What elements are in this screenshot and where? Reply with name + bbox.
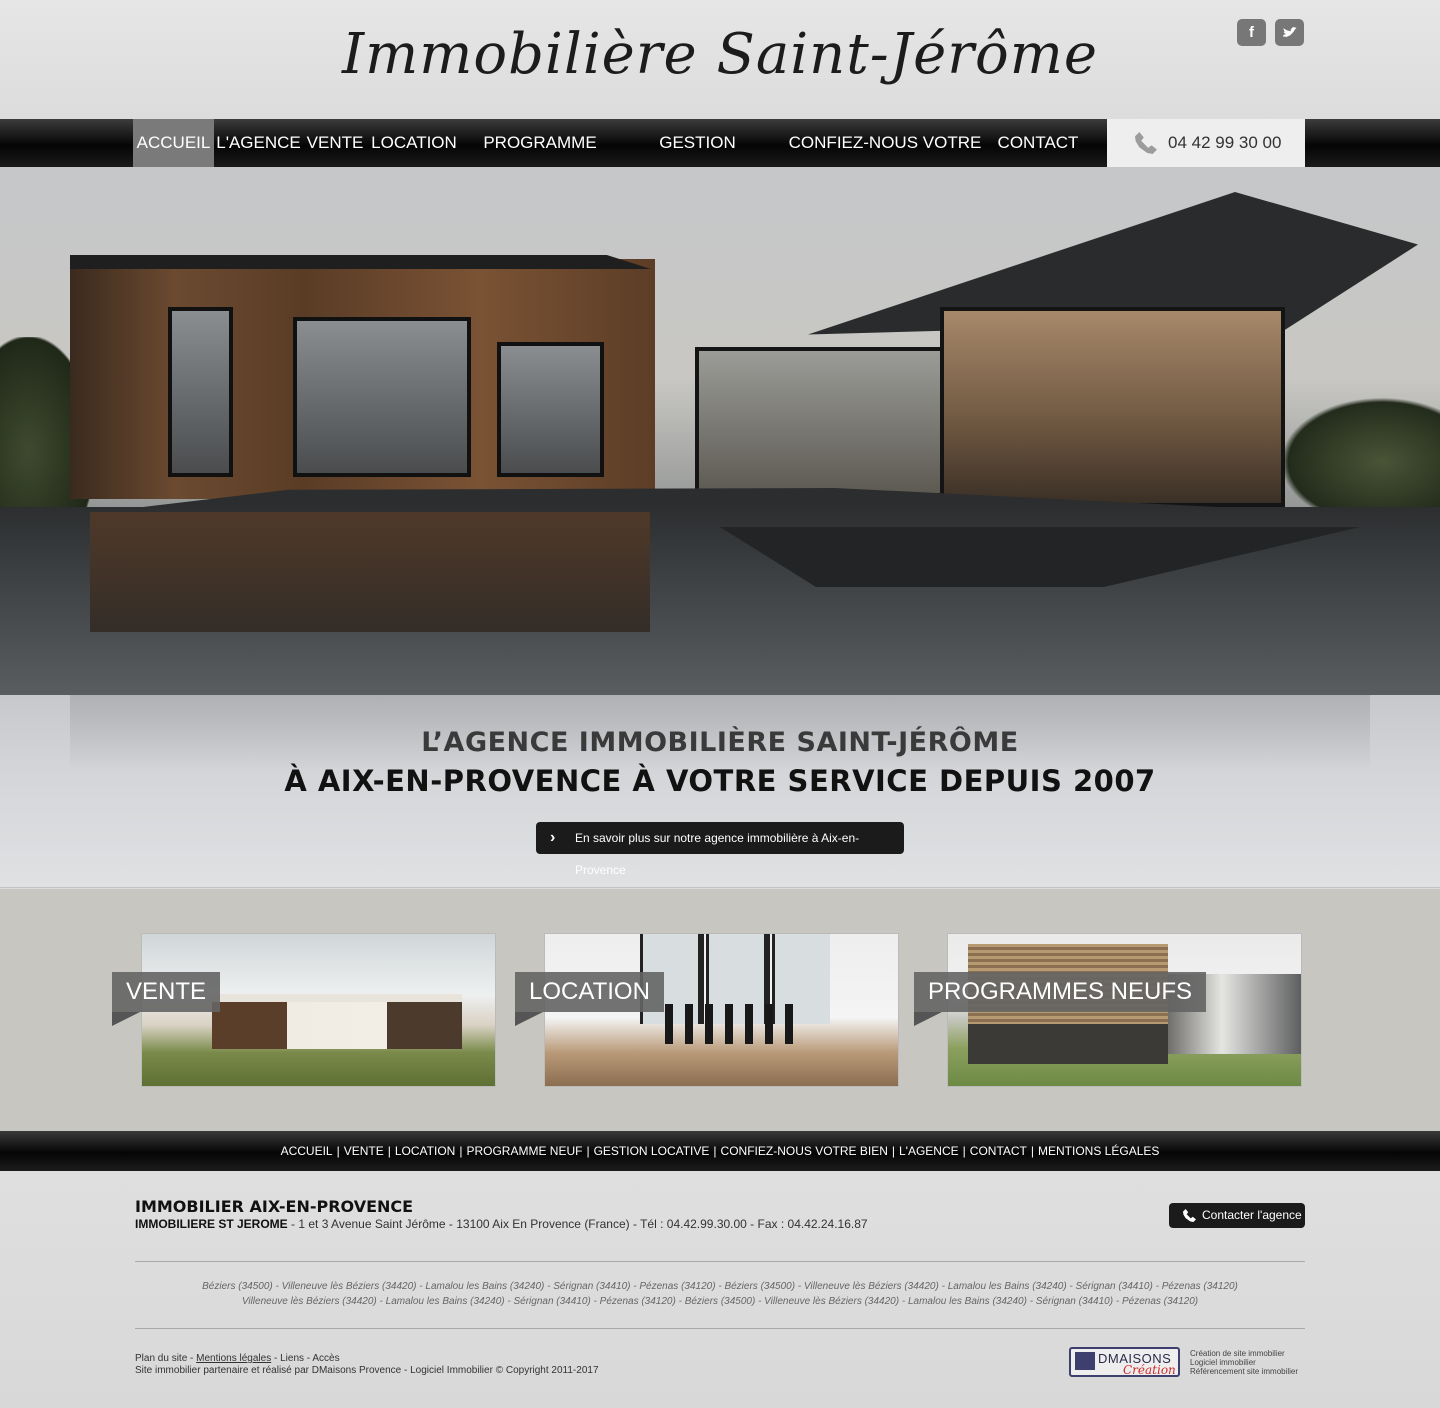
nav-vente[interactable]: VENTE [303,119,367,167]
fnav-confiez-nous[interactable]: CONFIEZ-NOUS VOTRE BIEN [721,1144,888,1158]
facebook-icon[interactable]: f [1237,19,1266,46]
access-link[interactable]: Accès [312,1353,339,1364]
contact-agency-button[interactable]: Contacter l'agence [1169,1203,1305,1228]
agency-info-label: En savoir plus sur notre agence immobili… [575,831,860,877]
banner-title-line1: L’AGENCE IMMOBILIÈRE SAINT-JÉRÔME [421,727,1019,758]
dmaisons-service-item: Logiciel immobilier [1190,1358,1256,1367]
fnav-separator: | [1030,1144,1035,1158]
hero-window [293,317,471,477]
dmaisons-logo-sub: Création [1123,1363,1176,1377]
seo-links-line1[interactable]: Béziers (34500) - Villeneuve lès Béziers… [135,1281,1305,1292]
phone-number: 04 42 99 30 00 [1168,133,1282,152]
hero-window [168,307,233,477]
tag-programmes-neufs[interactable]: PROGRAMMES NEUFS [914,972,1207,1012]
sitemap-link[interactable]: Plan du site [135,1353,187,1364]
fnav-vente[interactable]: VENTE [344,1144,384,1158]
footer-divider [135,1261,1305,1262]
agency-info-button[interactable]: › En savoir plus sur notre agence immobi… [536,822,904,877]
fnav-separator: | [713,1144,717,1158]
dmaisons-services: Création de site immobilier Logiciel imm… [1190,1349,1298,1376]
banner-title-line2: À AIX-EN-PROVENCE À VOTRE SERVICE DEPUIS… [284,764,1156,798]
fnav-accueil[interactable]: ACCUEIL [281,1144,333,1158]
nav-contact[interactable]: CONTACT [994,119,1082,167]
links-link[interactable]: Liens [280,1353,304,1364]
intro-banner: L’AGENCE IMMOBILIÈRE SAINT-JÉRÔME À AIX-… [0,695,1440,888]
nav-gestion-locative[interactable]: GESTION LOCATIVE [619,119,776,200]
card-vente-building [212,994,462,1049]
card-location-table [665,1004,795,1044]
fnav-separator: | [459,1144,463,1158]
hero-image [0,167,1440,695]
site-footer: IMMOBILIER AIX-EN-PROVENCE IMMOBILIERE S… [0,1171,1440,1408]
footer-nav: ACCUEIL | VENTE | LOCATION | PROGRAMME NEUF | GE… [0,1131,1440,1171]
hero-window [497,342,604,477]
dmaisons-service-item: Référencement site immobilier [1190,1367,1299,1376]
tag-location[interactable]: LOCATION [515,972,664,1012]
fnav-separator: | [336,1144,340,1158]
nav-location[interactable]: LOCATION [367,119,461,167]
hero-house-roofline [70,255,950,269]
contact-agency-label: Contacter l'agence [1202,1208,1302,1222]
mentions-link[interactable]: Mentions légales [196,1353,271,1364]
fnav-separator: | [962,1144,966,1158]
hero-glass-wall [695,347,945,497]
site-logo[interactable]: Immobilière Saint-Jérôme [0,22,1440,87]
footer-divider [135,1328,1305,1329]
nav-confiez-nous[interactable]: CONFIEZ-NOUS VOTRE BIEN [776,119,994,200]
copyright-text: Site immobilier partenaire et réalisé pa… [135,1365,599,1376]
tag-vente[interactable]: VENTE [112,972,221,1012]
hero-reflection [90,512,650,632]
fnav-location[interactable]: LOCATION [395,1144,455,1158]
fnav-programme-neuf[interactable]: PROGRAMME NEUF [466,1144,582,1158]
phone-icon [1135,132,1157,154]
footer-address-text: - 1 et 3 Avenue Saint Jérôme - 13100 Aix… [287,1217,868,1231]
fnav-separator: | [586,1144,590,1158]
nav-accueil[interactable]: ACCUEIL [133,119,214,167]
fnav-contact[interactable]: CONTACT [970,1144,1027,1158]
phone-box[interactable]: 04 42 99 30 00 [1107,119,1305,167]
footer-agency-name: IMMOBILIERE ST JEROME [135,1217,288,1231]
house-icon [1075,1352,1095,1370]
hero-living-room [940,307,1285,507]
fnav-gestion-locative[interactable]: GESTION LOCATIVE [594,1144,710,1158]
dmaisons-logo[interactable]: DMAISONS Création [1069,1347,1180,1377]
nav-programme-neuf[interactable]: PROGRAMME NEUF [461,119,619,200]
twitter-icon[interactable] [1275,19,1304,46]
dmaisons-service-item: Création de site immobilier [1190,1349,1285,1358]
footer-address: IMMOBILIERE ST JEROME - 1 et 3 Avenue Sa… [135,1217,868,1231]
nav-agence[interactable]: L'AGENCE [214,119,303,167]
footer-legal: Plan du site - Mentions légales - Liens … [135,1353,599,1376]
footer-title: IMMOBILIER AIX-EN-PROVENCE [135,1197,414,1216]
fnav-separator: | [891,1144,895,1158]
phone-icon [1183,1209,1196,1222]
fnav-mentions-legales[interactable]: MENTIONS LÉGALES [1038,1144,1159,1158]
fnav-separator: | [387,1144,391,1158]
site-header: Immobilière Saint-Jérôme f [0,0,1440,119]
chevron-right-icon: › [550,829,556,846]
seo-links-line2[interactable]: Villeneuve lès Béziers (34420) - Lamalou… [135,1296,1305,1307]
fnav-agence[interactable]: L'AGENCE [899,1144,959,1158]
